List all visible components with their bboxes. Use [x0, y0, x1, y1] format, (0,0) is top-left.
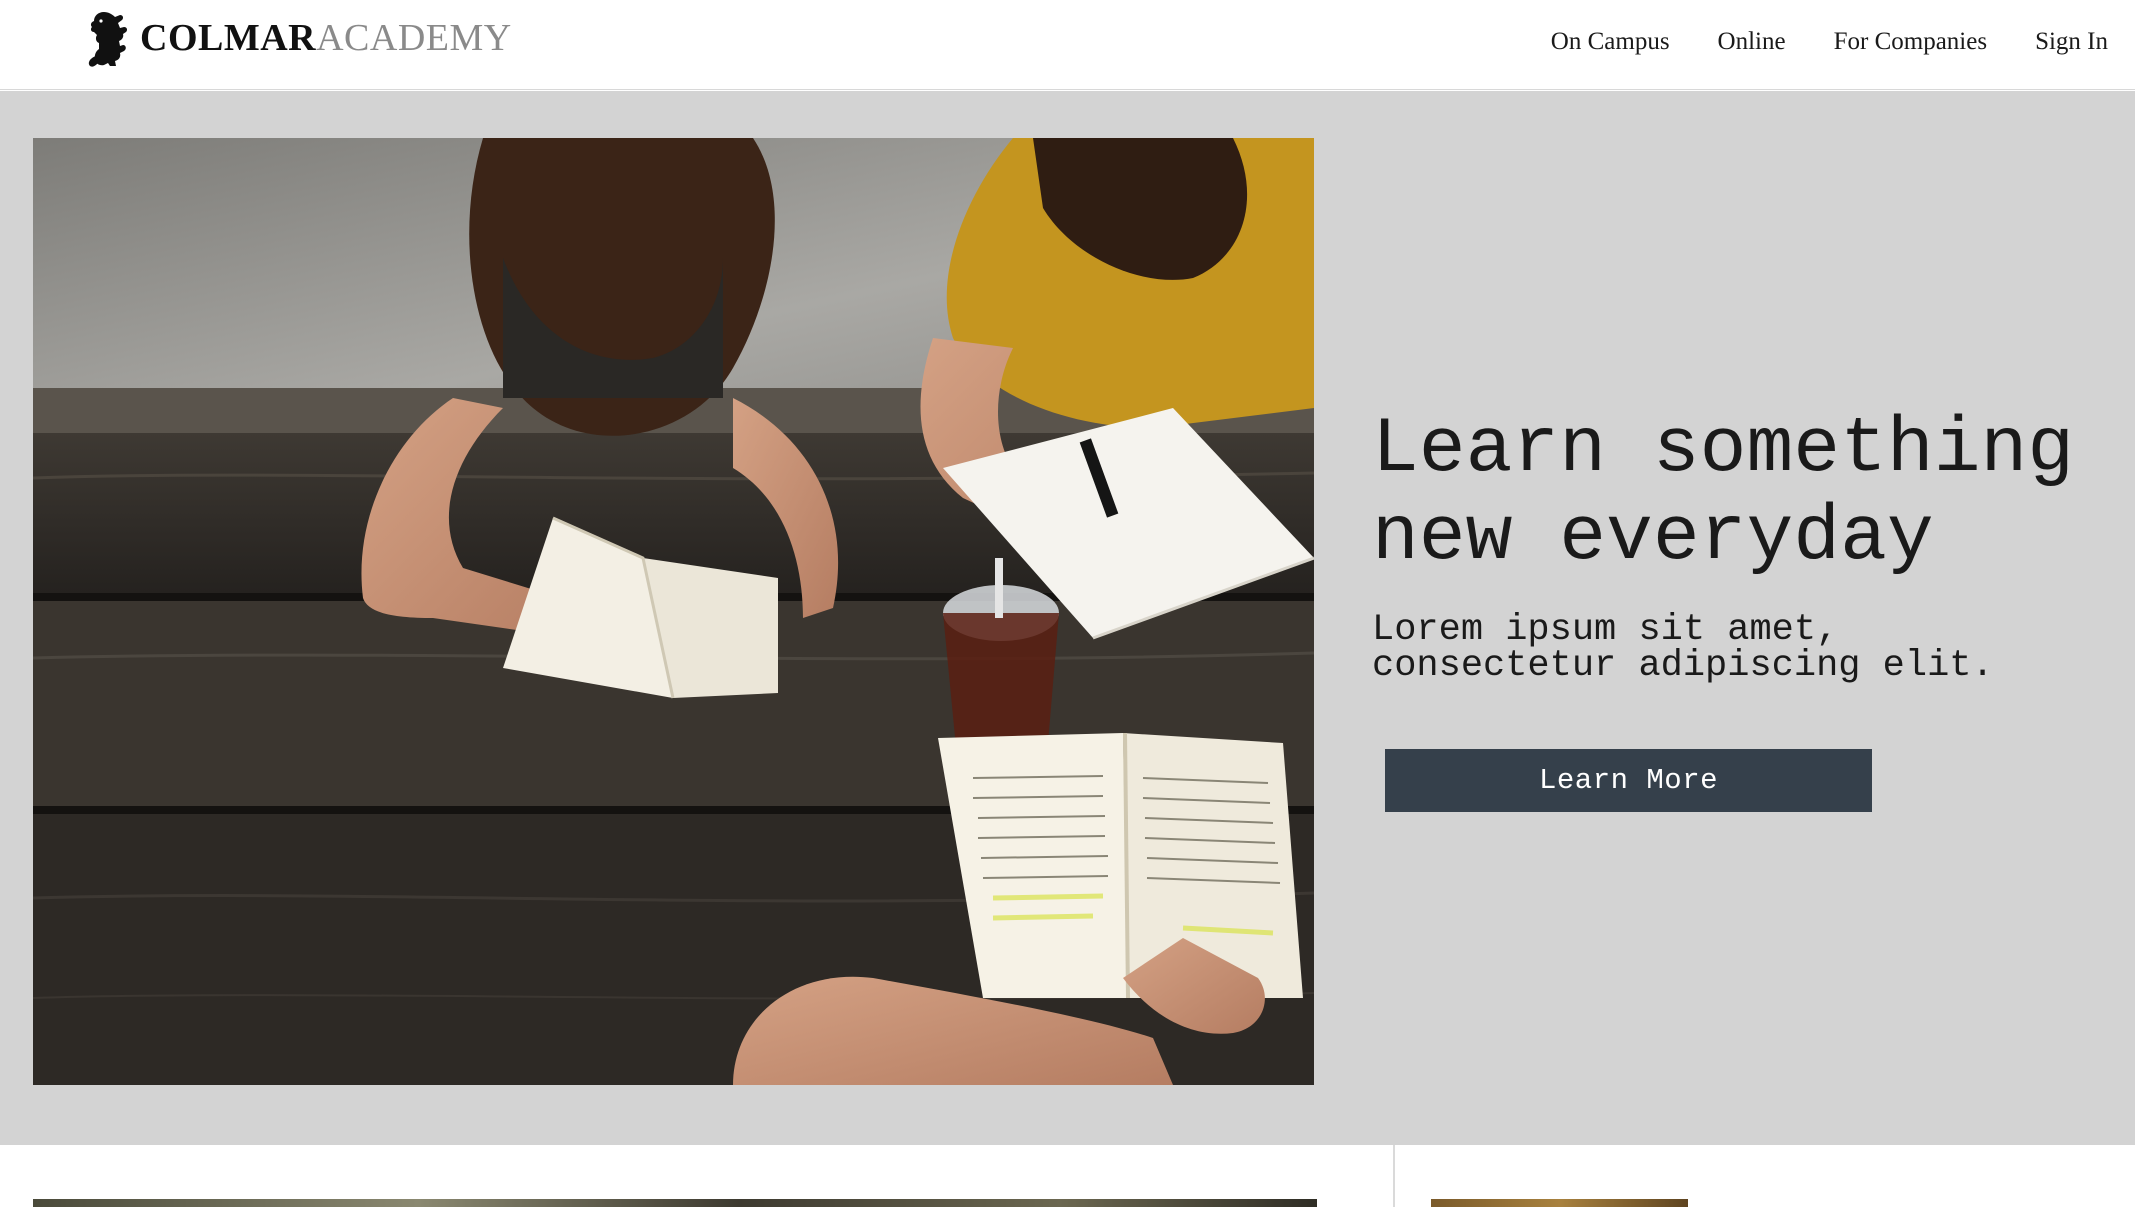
nav-for-companies[interactable]: For Companies [1834, 24, 1987, 60]
column-divider [1393, 1145, 1395, 1207]
site-header: COLMARACADEMY On Campus Online For Compa… [0, 0, 2135, 90]
learn-more-button[interactable]: Learn More [1385, 749, 1872, 812]
nav-online[interactable]: Online [1718, 24, 1786, 60]
hero-copy: Learn something new everyday Lorem ipsum… [1372, 406, 2092, 687]
main-nav: On Campus Online For Companies Sign In [1551, 24, 2108, 60]
logo[interactable]: COLMARACADEMY [84, 8, 512, 68]
nav-on-campus[interactable]: On Campus [1551, 24, 1670, 60]
hero-title-line-2: new everyday [1372, 494, 1934, 582]
logo-wordmark: COLMARACADEMY [140, 19, 512, 57]
hero-section: Learn something new everyday Lorem ipsum… [0, 91, 2135, 1145]
hero-photo-illustration [33, 138, 1314, 1085]
secondary-photo-left [33, 1199, 1317, 1207]
logo-strong-text: COLMAR [140, 17, 317, 59]
hero-title-line-1: Learn something [1372, 406, 2075, 494]
hero-photo [33, 138, 1314, 1085]
logo-light-text: ACADEMY [316, 17, 512, 59]
rearing-lion-icon [88, 12, 128, 67]
secondary-section [0, 1145, 2135, 1207]
nav-sign-in[interactable]: Sign In [2035, 24, 2108, 60]
hero-title: Learn something new everyday [1372, 406, 2092, 582]
hero-subtitle: Lorem ipsum sit amet, consectetur adipis… [1372, 609, 2092, 687]
hero-subtitle-line-1: Lorem ipsum sit amet, [1372, 609, 1839, 651]
secondary-photo-right [1431, 1199, 1688, 1207]
hero-subtitle-line-2: consectetur adipiscing elit. [1372, 645, 1994, 687]
